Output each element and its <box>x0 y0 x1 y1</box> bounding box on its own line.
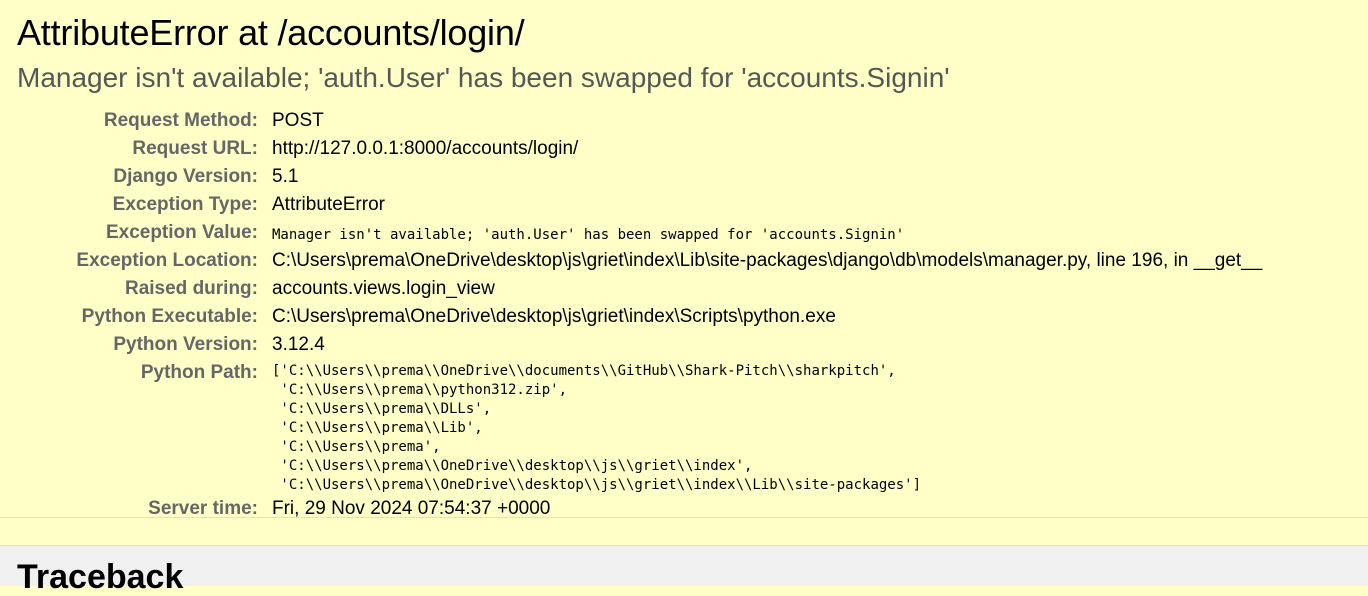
meta-row-python-version: Python Version: 3.12.4 <box>17 331 1262 359</box>
meta-label: Raised during: <box>124 278 258 299</box>
meta-value: accounts.views.login_view <box>272 278 495 299</box>
meta-row-request-method: Request Method: POST <box>17 107 1262 135</box>
meta-row-python-executable: Python Executable: C:\Users\prema\OneDri… <box>17 303 1262 331</box>
meta-value: C:\Users\prema\OneDrive\desktop\js\griet… <box>272 250 1263 271</box>
meta-value: AttributeError <box>272 194 385 215</box>
meta-row-server-time: Server time: Fri, 29 Nov 2024 07:54:37 +… <box>17 495 1262 523</box>
meta-label: Django Version: <box>113 166 258 187</box>
meta-row-django-version: Django Version: 5.1 <box>17 163 1262 191</box>
meta-row-exception-type: Exception Type: AttributeError <box>17 191 1262 219</box>
meta-row-python-path: Python Path: ['C:\\Users\\prema\\OneDriv… <box>17 359 1262 495</box>
meta-row-exception-location: Exception Location: C:\Users\prema\OneDr… <box>17 247 1262 275</box>
meta-label: Python Version: <box>113 334 258 355</box>
meta-value: C:\Users\prema\OneDrive\desktop\js\griet… <box>272 306 836 327</box>
meta-label: Server time: <box>148 498 258 519</box>
error-subtitle: Manager isn't available; 'auth.User' has… <box>17 62 950 93</box>
meta-label: Exception Location: <box>76 250 258 271</box>
meta-value: Fri, 29 Nov 2024 07:54:37 +0000 <box>272 498 551 519</box>
meta-label: Request Method: <box>103 110 258 131</box>
meta-value: 5.1 <box>272 166 299 187</box>
meta-row-request-url: Request URL: http://127.0.0.1:8000/accou… <box>17 135 1262 163</box>
exception-value-pre: Manager isn't available; 'auth.User' has… <box>272 227 905 243</box>
meta-value-cell: ['C:\\Users\\prema\\OneDrive\\documents\… <box>272 359 1262 495</box>
meta-value: POST <box>272 110 324 131</box>
meta-value-cell: Manager isn't available; 'auth.User' has… <box>272 219 1262 247</box>
meta-row-exception-value: Exception Value: Manager isn't available… <box>17 219 1262 247</box>
meta-label: Request URL: <box>132 138 258 159</box>
request-meta-table: Request Method: POST Request URL: http:/… <box>17 107 1262 523</box>
python-path-pre: ['C:\\Users\\prema\\OneDrive\\documents\… <box>272 363 922 493</box>
meta-value: http://127.0.0.1:8000/accounts/login/ <box>272 138 579 159</box>
meta-row-raised-during: Raised during: accounts.views.login_view <box>17 275 1262 303</box>
meta-label: Python Path: <box>140 362 258 383</box>
meta-value: 3.12.4 <box>272 334 325 355</box>
meta-label: Exception Value: <box>105 222 258 243</box>
meta-label: Exception Type: <box>112 194 258 215</box>
error-title: AttributeError at /accounts/login/ <box>17 12 525 53</box>
summary-section: AttributeError at /accounts/login/ Manag… <box>0 0 1368 519</box>
traceback-section: Traceback <box>0 545 1368 595</box>
meta-label: Python Executable: <box>81 306 258 327</box>
